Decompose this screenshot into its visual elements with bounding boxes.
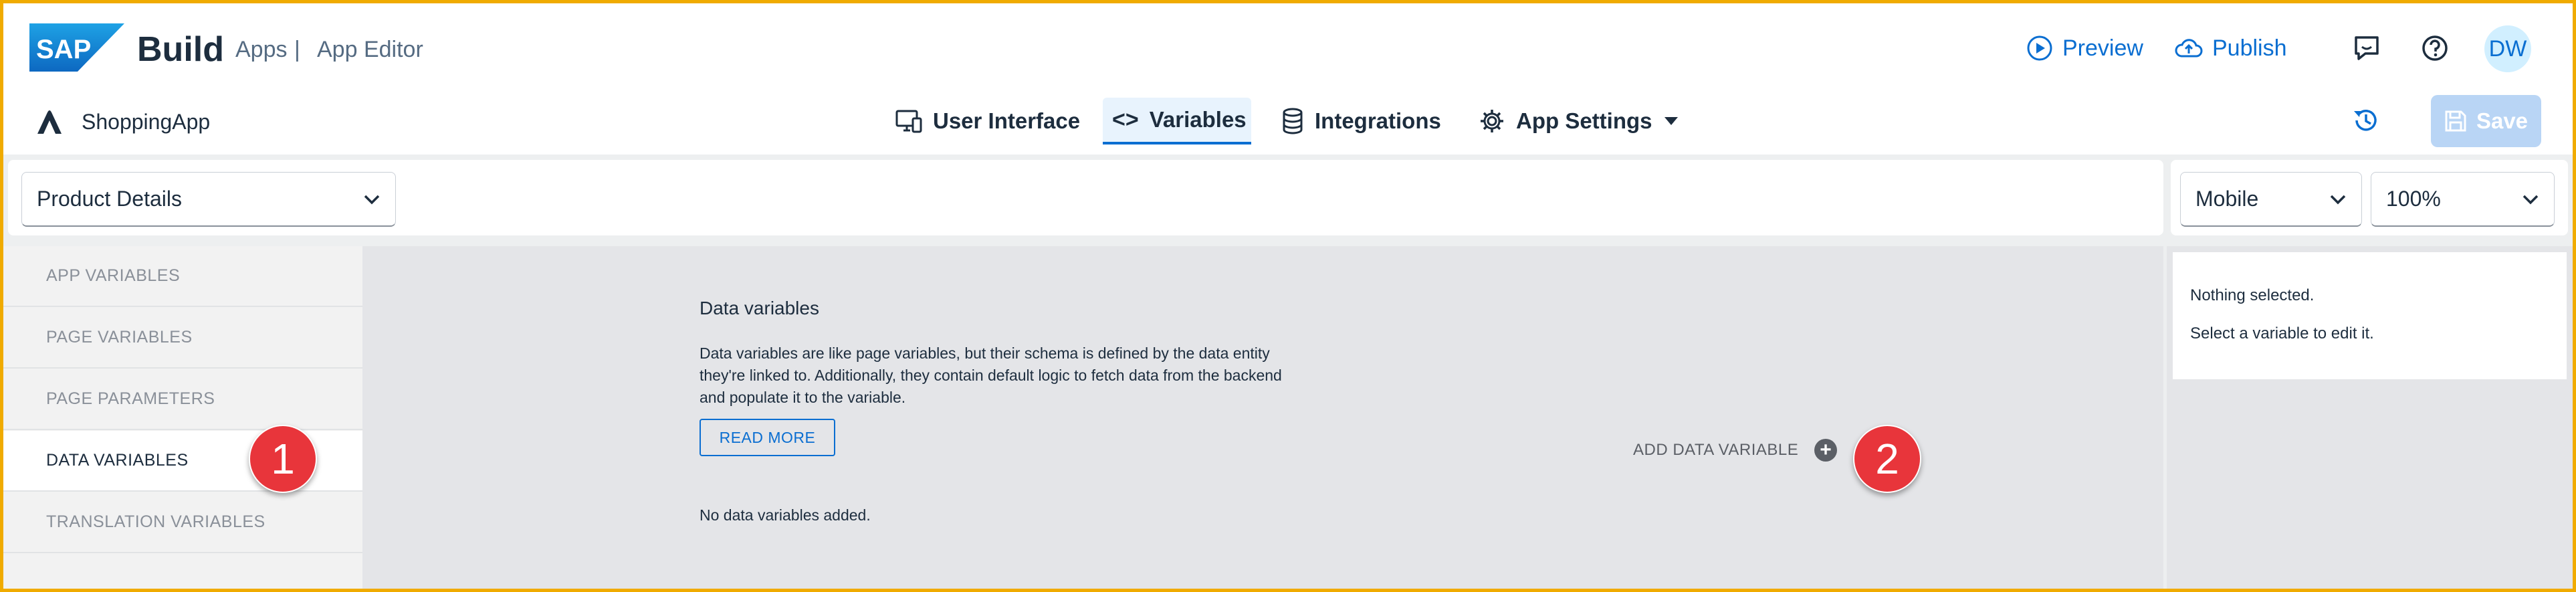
tab-app-settings[interactable]: App Settings <box>1469 98 1689 144</box>
nothing-selected-text: Nothing selected. <box>2190 286 2315 304</box>
add-data-variable-label: ADD DATA VARIABLE <box>1633 441 1799 459</box>
database-icon <box>1283 108 1303 134</box>
preview-label: Preview <box>2062 35 2143 61</box>
select-hint-text: Select a variable to edit it. <box>2190 324 2374 342</box>
caret-down-icon[interactable] <box>1663 116 1679 126</box>
cloud-upload-icon <box>2175 39 2203 58</box>
read-more-button[interactable]: READ MORE <box>700 419 835 456</box>
feedback-icon[interactable] <box>2351 32 2383 64</box>
tab-label: App Settings <box>1516 108 1652 133</box>
chevron-down-icon <box>2330 195 2346 204</box>
variables-sidebar: APP VARIABLES PAGE VARIABLES PAGE PARAME… <box>3 246 362 592</box>
chevron-down-icon <box>364 195 380 204</box>
sidebar-item-translation-variables[interactable]: TRANSLATION VARIABLES <box>3 492 362 553</box>
tab-user-interface[interactable]: User Interface <box>886 98 1089 144</box>
save-label: Save <box>2476 108 2529 133</box>
user-avatar[interactable]: DW <box>2484 25 2531 72</box>
app-name[interactable]: ShoppingApp <box>82 110 210 134</box>
tab-integrations[interactable]: Integrations <box>1272 98 1451 144</box>
callout-2: 2 <box>1853 425 1921 493</box>
sidebar-item-app-variables[interactable]: APP VARIABLES <box>3 246 362 307</box>
app-logo-icon <box>37 110 62 134</box>
chevron-down-icon <box>2523 195 2539 204</box>
save-icon <box>2445 110 2466 132</box>
section-title: Data variables <box>700 298 819 318</box>
callout-1: 1 <box>249 425 317 493</box>
zoom-select-value: 100% <box>2386 187 2441 211</box>
publish-button[interactable]: Publish <box>2175 35 2287 62</box>
history-icon[interactable] <box>2351 106 2381 135</box>
code-icon: <> <box>1112 106 1139 132</box>
sidebar-item-page-parameters[interactable]: PAGE PARAMETERS <box>3 369 362 430</box>
tab-label: User Interface <box>933 108 1081 133</box>
sidebar-item-page-variables[interactable]: PAGE VARIABLES <box>3 308 362 369</box>
empty-state-text: No data variables added. <box>700 506 871 524</box>
section-description: Data variables are like page variables, … <box>700 344 1282 406</box>
properties-card <box>2173 252 2567 379</box>
publish-label: Publish <box>2212 35 2287 61</box>
help-icon[interactable] <box>2419 32 2451 64</box>
breadcrumb-apps[interactable]: Apps <box>235 37 288 63</box>
gear-icon <box>1481 110 1503 132</box>
sap-logo[interactable]: SAP <box>29 23 124 72</box>
save-button[interactable]: Save <box>2431 95 2541 147</box>
add-data-variable-button[interactable]: ADD DATA VARIABLE + <box>1633 439 1838 462</box>
tab-variables[interactable]: <> Variables <box>1103 98 1251 144</box>
breadcrumb-separator: | <box>294 37 300 62</box>
preview-button[interactable]: Preview <box>2026 35 2143 62</box>
tab-label: Variables <box>1149 107 1247 132</box>
brand-title: Build <box>137 30 224 69</box>
device-select-value: Mobile <box>2195 187 2259 211</box>
zoom-select[interactable]: 100% <box>2371 172 2555 227</box>
page-select[interactable]: Product Details <box>21 172 396 227</box>
device-select[interactable]: Mobile <box>2180 172 2362 227</box>
plus-icon: + <box>1814 439 1838 462</box>
page-select-value: Product Details <box>37 187 182 211</box>
play-circle-icon <box>2027 35 2052 61</box>
breadcrumb-app-editor: App Editor <box>317 37 423 62</box>
tab-label: Integrations <box>1315 108 1441 133</box>
main-content <box>362 246 2163 592</box>
logo-text: SAP <box>36 35 91 64</box>
monitor-icon <box>895 110 922 133</box>
